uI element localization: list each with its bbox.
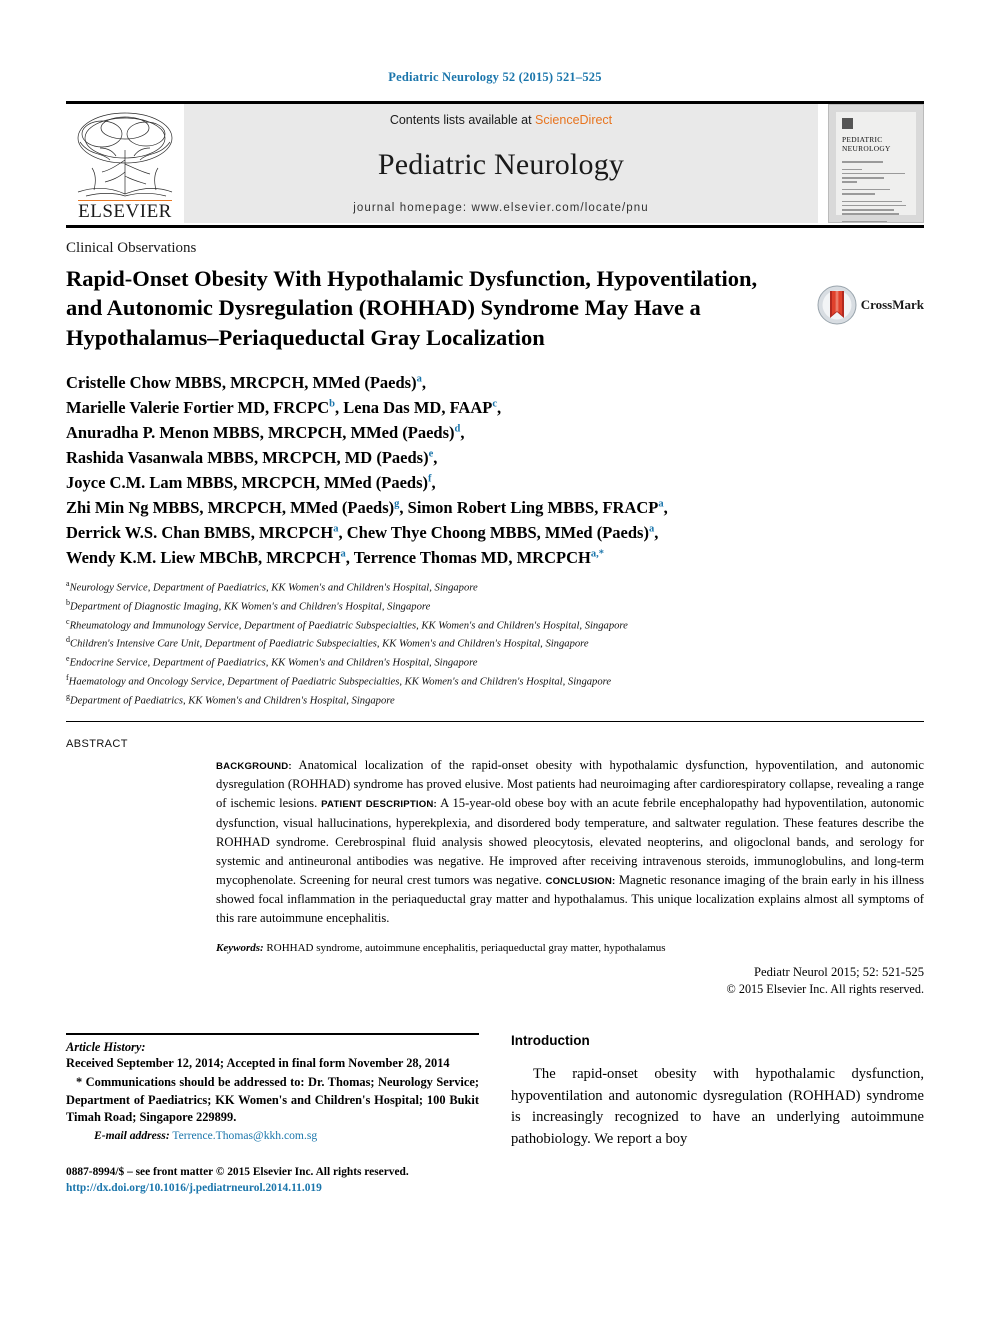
affiliation-text: Neurology Service, Department of Paediat… <box>69 582 478 594</box>
affiliation-item: cRheumatology and Immunology Service, De… <box>66 616 924 635</box>
affiliation-item: dChildren's Intensive Care Unit, Departm… <box>66 634 924 653</box>
introduction-column: Introduction The rapid-onset obesity wit… <box>511 1033 924 1197</box>
abstract-label: ABSTRACT <box>66 738 128 751</box>
sciencedirect-link[interactable]: ScienceDirect <box>535 113 612 127</box>
running-head: Pediatric Neurology 52 (2015) 521–525 <box>388 70 602 84</box>
keywords-line: Keywords: ROHHAD syndrome, autoimmune en… <box>216 941 924 957</box>
abstract-runin-patient-description: PATIENT DESCRIPTION: <box>321 799 437 811</box>
author-line: Wendy K.M. Liew MBChB, MRCPCHa, Terrence… <box>66 548 604 568</box>
affiliation-text: Department of Diagnostic Imaging, KK Wom… <box>70 601 431 613</box>
affil-marker[interactable]: a,* <box>591 549 604 560</box>
crossmark-badge[interactable]: CrossMark <box>817 285 924 325</box>
elsevier-wordmark: ELSEVIER <box>78 200 172 222</box>
affil-marker[interactable]: e <box>429 448 434 459</box>
abstract-runin-conclusion: CONCLUSION: <box>545 876 616 888</box>
email-label: E-mail address: <box>94 1128 170 1142</box>
cover-text-lines <box>842 161 910 222</box>
journal-cover-thumbnail[interactable]: PEDIATRIC NEUROLOGY <box>828 104 924 223</box>
author-line: Joyce C.M. Lam MBBS, MRCPCH, MMed (Paeds… <box>66 473 436 493</box>
keywords-label: Keywords: <box>216 942 264 955</box>
footer-column: Article History: Received September 12, … <box>66 1033 479 1197</box>
citation-line: Pediatr Neurol 2015; 52: 521-525 <box>754 965 924 980</box>
abstract-section: ABSTRACT BACKGROUND: Anatomical localiza… <box>66 738 924 997</box>
author-line: Derrick W.S. Chan BMBS, MRCPCHa, Chew Th… <box>66 523 659 543</box>
masthead-center: Contents lists available at ScienceDirec… <box>184 104 818 223</box>
doi-link[interactable]: http://dx.doi.org/10.1016/j.pediatrneuro… <box>66 1180 479 1197</box>
affiliation-text: Rheumatology and Immunology Service, Dep… <box>69 620 628 632</box>
affil-marker[interactable]: g <box>394 499 399 510</box>
abstract-gutter: ABSTRACT <box>66 738 216 997</box>
affiliation-item: aNeurology Service, Department of Paedia… <box>66 578 924 597</box>
affil-marker[interactable]: b <box>329 398 335 409</box>
article-title: Rapid-Onset Obesity With Hypothalamic Dy… <box>66 266 758 350</box>
affil-marker[interactable]: d <box>455 423 461 434</box>
journal-masthead: ELSEVIER Contents lists available at Sci… <box>66 101 924 223</box>
affiliation-item: bDepartment of Diagnostic Imaging, KK Wo… <box>66 597 924 616</box>
issn-block: 0887-8994/$ – see front matter © 2015 El… <box>66 1164 479 1197</box>
cover-emblem-icon <box>842 118 853 129</box>
masthead-bottom-rule <box>66 225 924 228</box>
abstract-top-rule <box>66 721 924 723</box>
elsevier-logo: ELSEVIER <box>66 104 184 223</box>
correspondence-note: * Communications should be addressed to:… <box>66 1075 479 1125</box>
affil-marker[interactable]: a <box>333 524 338 535</box>
contents-prefix: Contents lists available at <box>389 113 536 127</box>
affiliation-list: aNeurology Service, Department of Paedia… <box>66 578 924 709</box>
cover-inner: PEDIATRIC NEUROLOGY <box>836 112 916 222</box>
author-list: Cristelle Chow MBBS, MRCPCH, MMed (Paeds… <box>66 370 924 571</box>
email-line: E-mail address: Terrence.Thomas@kkh.com.… <box>66 1129 479 1142</box>
paper-page: Pediatric Neurology 52 (2015) 521–525 EL… <box>0 0 990 1320</box>
journal-title: Pediatric Neurology <box>377 147 625 181</box>
author-line: Marielle Valerie Fortier MD, FRCPCb, Len… <box>66 397 502 417</box>
elsevier-tree-icon <box>77 112 173 197</box>
introduction-paragraph: The rapid-onset obesity with hypothalami… <box>511 1066 924 1147</box>
introduction-heading: Introduction <box>511 1033 590 1049</box>
affil-marker[interactable]: c <box>492 398 497 409</box>
abstract-body: BACKGROUND: Anatomical localization of t… <box>216 738 924 997</box>
affil-marker[interactable]: a <box>649 524 654 535</box>
affiliation-text: Department of Paediatrics, KK Women's an… <box>70 695 395 707</box>
article-section-label: Clinical Observations <box>66 240 197 256</box>
affiliation-text: Children's Intensive Care Unit, Departme… <box>70 638 589 650</box>
affil-marker[interactable]: f <box>428 474 432 485</box>
email-link[interactable]: Terrence.Thomas@kkh.com.sg <box>172 1129 317 1142</box>
affil-marker[interactable]: a <box>658 499 663 510</box>
affil-marker[interactable]: a <box>341 549 346 560</box>
crossmark-label: CrossMark <box>860 297 924 312</box>
affiliation-item: gDepartment of Paediatrics, KK Women's a… <box>66 691 924 710</box>
author-line: Rashida Vasanwala MBBS, MRCPCH, MD (Paed… <box>66 447 438 467</box>
affiliation-item: eEndocrine Service, Department of Paedia… <box>66 653 924 672</box>
keywords-text: ROHHAD syndrome, autoimmune encephalitis… <box>263 942 666 955</box>
author-line: Zhi Min Ng MBBS, MRCPCH, MMed (Paeds)g, … <box>66 498 668 518</box>
abstract-runin-background: BACKGROUND: <box>216 761 292 773</box>
affiliation-text: Haematology and Oncology Service, Depart… <box>68 676 612 688</box>
author-line: Anuradha P. Menon MBBS, MRCPCH, MMed (Pa… <box>66 422 465 442</box>
cover-journal-title: PEDIATRIC NEUROLOGY <box>842 135 891 153</box>
bottom-columns: Article History: Received September 12, … <box>66 1033 924 1197</box>
crossmark-icon <box>817 285 857 325</box>
author-line: Cristelle Chow MBBS, MRCPCH, MMed (Paeds… <box>66 372 426 392</box>
footer-rule <box>66 1033 479 1036</box>
abstract-text: BACKGROUND: Anatomical localization of t… <box>216 756 924 928</box>
affiliation-text: Endocrine Service, Department of Paediat… <box>69 657 478 669</box>
copyright-line: © 2015 Elsevier Inc. All rights reserved… <box>726 982 924 997</box>
article-history-heading: Article History: <box>66 1040 146 1055</box>
article-history-text: Received September 12, 2014; Accepted in… <box>66 1056 450 1071</box>
affiliation-item: fHaematology and Oncology Service, Depar… <box>66 672 924 691</box>
affil-marker[interactable]: a <box>417 373 422 384</box>
contents-list-line: Contents lists available at ScienceDirec… <box>390 113 612 127</box>
issn-line: 0887-8994/$ – see front matter © 2015 El… <box>66 1165 409 1178</box>
journal-homepage-link[interactable]: journal homepage: www.elsevier.com/locat… <box>353 202 649 214</box>
